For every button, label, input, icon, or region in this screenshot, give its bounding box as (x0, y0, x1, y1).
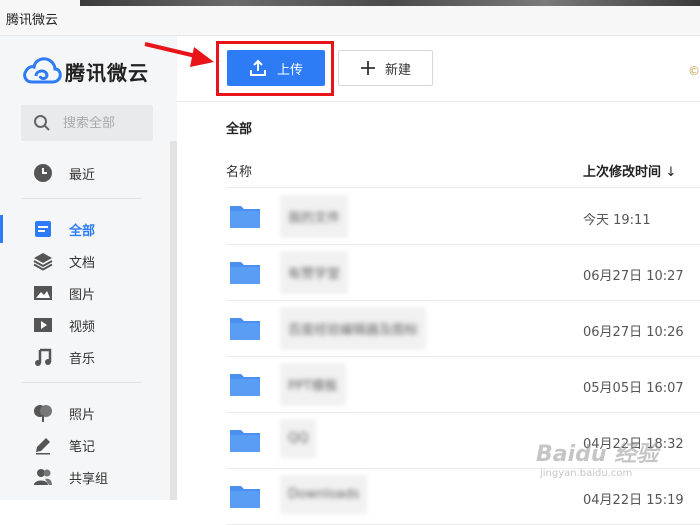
sidebar-item-label: 文档 (69, 255, 96, 271)
file-name[interactable]: PPT模板 (280, 363, 346, 406)
table-row[interactable]: 有赞学堂 06月27日 10:27 (226, 245, 700, 301)
app-logo[interactable]: 腾讯微云 (22, 54, 149, 88)
sidebar-item-recent[interactable]: 最近 (0, 159, 170, 187)
sidebar-item-videos[interactable]: 视频 (0, 311, 170, 339)
sidebar-item-label: 视频 (69, 319, 96, 335)
title-bar-background (80, 0, 700, 6)
folder-icon (230, 262, 260, 284)
column-header-modified-label: 上次修改时间 (583, 165, 662, 180)
watermark-line1: Baidu 经验 (536, 442, 659, 467)
sidebar-item-label: 图片 (69, 287, 96, 303)
file-list-header: 名称 上次修改时间 ↓ (226, 160, 700, 188)
search-input[interactable] (63, 115, 151, 131)
file-name[interactable]: 百度经验编辑器及图标 (280, 307, 427, 350)
new-button-label: 新建 (384, 62, 411, 78)
sidebar-item-images[interactable]: 图片 (0, 279, 170, 307)
sidebar-item-notes[interactable]: 笔记 (0, 431, 170, 459)
sidebar-item-all[interactable]: 全部 (0, 215, 170, 243)
file-modified-time: 06月27日 10:26 (583, 325, 684, 340)
cloud-logo-icon (23, 57, 62, 84)
folder-icon (230, 486, 260, 508)
title-bar: 腾讯微云 (0, 0, 700, 36)
breadcrumb[interactable]: 全部 (226, 118, 252, 137)
pen-icon (33, 435, 53, 455)
annotation-highlight-box (216, 41, 334, 96)
folder-icon (230, 374, 260, 396)
logo-text: 腾讯微云 (65, 60, 149, 85)
folder-icon (230, 206, 260, 228)
watermark-line2: jingyan.baidu.com (540, 468, 633, 479)
plus-icon (360, 61, 375, 75)
sidebar-item-label: 音乐 (69, 351, 96, 367)
sidebar-divider (22, 382, 142, 383)
clock-icon (33, 163, 53, 183)
sidebar-item-label: 共享组 (69, 471, 109, 487)
file-modified-time: 今天 19:11 (583, 213, 651, 228)
column-header-name[interactable]: 名称 (226, 161, 252, 180)
file-name[interactable]: QQ (280, 419, 317, 458)
active-indicator (0, 215, 3, 243)
window-title: 腾讯微云 (6, 13, 59, 28)
sidebar-item-label: 全部 (69, 223, 96, 239)
main-panel: 上传 新建 © 全部 名称 上次修改时间 ↓ 我的文件 今天 19:11 有赞学… (177, 36, 700, 525)
file-name[interactable]: 有赞学堂 (280, 251, 349, 294)
sidebar: 腾讯微云 最近 全部 文档 图片 (0, 36, 177, 500)
sidebar-item-label: 笔记 (69, 439, 96, 455)
sidebar-item-photos[interactable]: 照片 (0, 399, 170, 427)
sidebar-item-label: 最近 (69, 167, 96, 183)
document-icon (33, 219, 53, 239)
music-icon (33, 347, 53, 367)
truncated-icon[interactable]: © (688, 64, 700, 78)
table-row[interactable]: 我的文件 今天 19:11 (226, 189, 700, 245)
sort-down-icon: ↓ (665, 165, 677, 180)
layers-icon (33, 251, 53, 271)
table-row[interactable]: PPT模板 05月05日 16:07 (226, 357, 700, 413)
photo-icon (33, 403, 53, 423)
image-icon (33, 283, 53, 303)
table-row[interactable]: 百度经验编辑器及图标 06月27日 10:26 (226, 301, 700, 357)
file-modified-time: 06月27日 10:27 (583, 269, 684, 284)
new-button[interactable]: 新建 (338, 50, 433, 86)
file-name[interactable]: 我的文件 (280, 195, 349, 238)
folder-icon (230, 318, 260, 340)
baidu-watermark: Baidu 经验 jingyan.baidu.com (536, 436, 696, 496)
sidebar-item-music[interactable]: 音乐 (0, 343, 170, 371)
sidebar-item-label: 照片 (69, 407, 96, 423)
folder-icon (230, 430, 260, 452)
video-icon (33, 315, 53, 335)
sidebar-item-shared-group[interactable]: 共享组 (0, 463, 170, 491)
file-name[interactable]: Downloads (280, 475, 368, 514)
group-icon (33, 467, 53, 487)
sidebar-item-docs[interactable]: 文档 (0, 247, 170, 275)
sidebar-divider (22, 198, 142, 199)
column-header-modified[interactable]: 上次修改时间 ↓ (583, 161, 676, 180)
search-box[interactable] (21, 105, 153, 141)
file-modified-time: 05月05日 16:07 (583, 381, 684, 396)
search-icon (34, 115, 50, 131)
toolbar: 上传 新建 © (177, 36, 700, 102)
sidebar-scrollbar[interactable] (170, 141, 177, 500)
